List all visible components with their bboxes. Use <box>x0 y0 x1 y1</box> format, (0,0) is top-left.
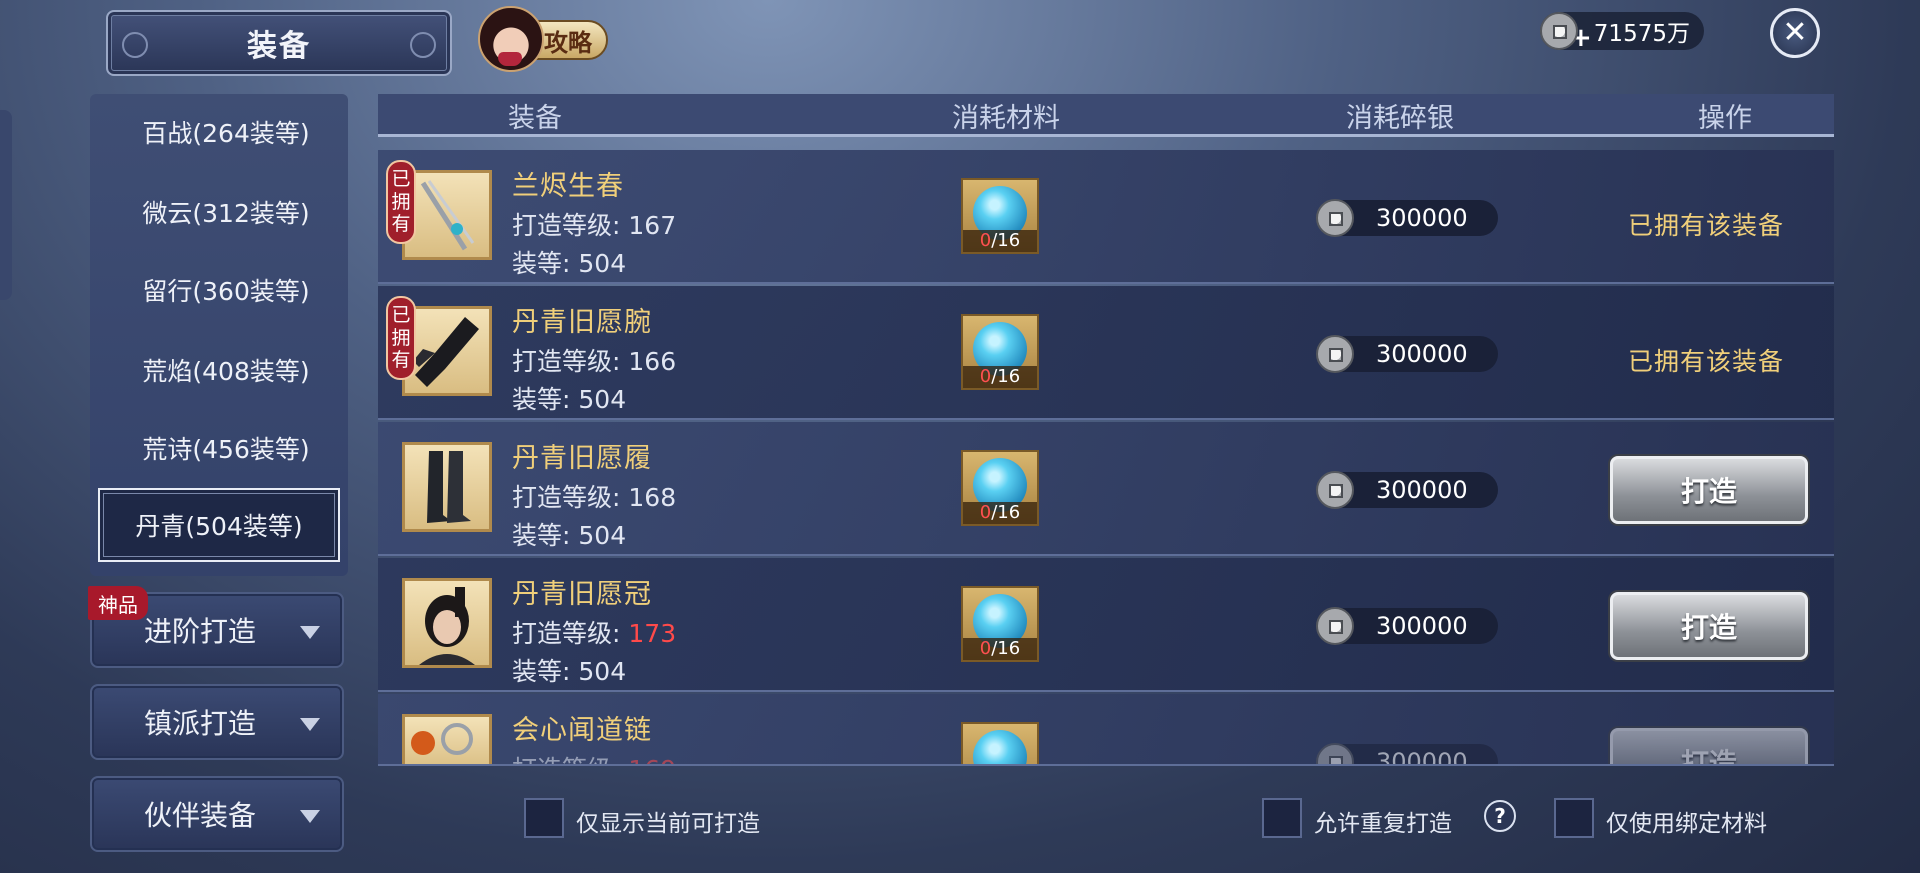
col-equipment: 装备 <box>508 103 562 134</box>
guide-button[interactable]: 攻略 <box>478 6 610 72</box>
sidebar-item-baizhan[interactable]: 百战(264装等) <box>106 94 346 170</box>
table-row[interactable]: 会心闻道链 打造等级: 169 300000 打造 <box>378 694 1834 766</box>
craft-level: 打造等级: 173 <box>512 619 677 648</box>
sidebar-item-weiyun[interactable]: 微云(312装等) <box>106 174 346 250</box>
table-row[interactable]: 丹青旧愿履 打造等级: 168 装等: 504 0/16 300000 打造 <box>378 422 1834 556</box>
item-name: 丹青旧愿腕 <box>512 307 652 338</box>
show-craftable-label: 仅显示当前可打造 <box>576 811 760 837</box>
sidebar-item-liuxing[interactable]: 留行(360装等) <box>106 252 346 328</box>
close-icon: ✕ <box>1782 15 1808 50</box>
silver-coin-icon <box>1316 743 1354 764</box>
partner-gear-dropdown[interactable]: 伙伴装备 <box>90 776 344 852</box>
table-row[interactable]: 丹青旧愿冠 打造等级: 173 装等: 504 0/16 300000 打造 <box>378 558 1834 692</box>
table-header: 装备 消耗材料 消耗碎银 操作 <box>378 94 1834 137</box>
guide-label: 攻略 <box>544 28 592 57</box>
silver-coin-icon <box>1316 335 1354 373</box>
sidebar-item-label: 丹青(504装等) <box>135 512 303 541</box>
col-action: 操作 <box>1698 103 1752 134</box>
dropdown-label: 伙伴装备 <box>144 799 257 832</box>
silver-cost: 300000 <box>1316 607 1498 645</box>
craft-level: 打造等级: 168 <box>512 483 677 512</box>
chevron-down-icon <box>300 718 320 731</box>
advanced-craft-dropdown[interactable]: 神品 进阶打造 <box>88 586 344 668</box>
gear-score: 装等: 504 <box>512 385 627 414</box>
ornament-left-icon <box>122 32 148 58</box>
allow-repeat-label: 允许重复打造 <box>1314 811 1452 837</box>
close-button[interactable]: ✕ <box>1770 8 1820 58</box>
owned-tag: 已拥有 <box>386 296 416 380</box>
gear-score: 装等: 504 <box>512 521 627 550</box>
owned-tag: 已拥有 <box>386 160 416 244</box>
sidebar-item-huangshi[interactable]: 荒诗(456装等) <box>106 410 346 486</box>
sidebar-tier-list: 百战(264装等) 微云(312装等) 留行(360装等) 荒焰(408装等) … <box>90 94 348 576</box>
page-title: 装备 <box>106 10 452 76</box>
item-name: 丹青旧愿冠 <box>512 579 652 610</box>
chevron-down-icon <box>300 626 320 639</box>
show-craftable-checkbox[interactable] <box>524 798 564 838</box>
dropdown-label: 镇派打造 <box>144 707 257 740</box>
material-slot[interactable] <box>961 722 1039 764</box>
help-symbol: ? <box>1494 804 1506 828</box>
material-slot[interactable]: 0/16 <box>961 586 1039 662</box>
jade-orb-icon <box>973 730 1027 764</box>
material-slot[interactable]: 0/16 <box>961 178 1039 254</box>
sidebar-item-danqing[interactable]: 丹青(504装等) <box>98 488 340 562</box>
currency-display[interactable]: + 71575万 <box>1540 12 1704 53</box>
table-row[interactable]: 已拥有 兰烬生春 打造等级: 167 装等: 504 0/16 300000 已… <box>378 150 1834 284</box>
ornament-right-icon <box>410 32 436 58</box>
silver-cost: 300000 <box>1316 199 1498 237</box>
silver-coin-icon <box>1316 607 1354 645</box>
owned-status: 已拥有该装备 <box>1628 347 1785 376</box>
page-title-text: 装备 <box>247 29 311 64</box>
silver-cost: 300000 <box>1316 743 1498 764</box>
hair-crown-icon[interactable] <box>402 578 492 668</box>
col-silver: 消耗碎银 <box>1346 103 1454 134</box>
craft-button[interactable]: 打造 <box>1610 592 1808 660</box>
bound-only-checkbox[interactable] <box>1554 798 1594 838</box>
craft-level: 打造等级: 166 <box>512 347 677 376</box>
material-slot[interactable]: 0/16 <box>961 314 1039 390</box>
silver-coin-icon <box>1316 199 1354 237</box>
silver-cost: 300000 <box>1316 335 1498 373</box>
craft-button[interactable]: 打造 <box>1610 456 1808 524</box>
craft-button[interactable]: 打造 <box>1610 728 1808 764</box>
col-materials: 消耗材料 <box>952 103 1060 134</box>
sidebar-item-label: 微云(312装等) <box>142 199 310 228</box>
sidebar-item-label: 荒诗(456装等) <box>142 435 310 464</box>
boots-icon[interactable] <box>402 442 492 532</box>
guide-avatar-icon <box>478 6 544 72</box>
currency-value: 71575万 <box>1593 21 1690 47</box>
sidebar-item-label: 留行(360装等) <box>142 277 310 306</box>
silver-cost: 300000 <box>1316 471 1498 509</box>
craft-level: 打造等级: 169 <box>512 750 676 764</box>
divine-badge: 神品 <box>88 586 148 620</box>
gear-score: 装等: 504 <box>512 657 627 686</box>
allow-repeat-checkbox[interactable] <box>1262 798 1302 838</box>
side-edge-tab[interactable] <box>0 110 12 300</box>
item-name: 兰烬生春 <box>512 171 624 202</box>
silver-coin-icon <box>1540 12 1578 50</box>
sidebar-item-label: 荒焰(408装等) <box>142 357 310 386</box>
craft-level: 打造等级: 167 <box>512 211 677 240</box>
silver-coin-icon <box>1316 471 1354 509</box>
sidebar-item-huangyan[interactable]: 荒焰(408装等) <box>106 332 346 408</box>
necklace-icon[interactable] <box>402 714 492 764</box>
sidebar-item-label: 百战(264装等) <box>142 119 310 148</box>
bound-only-label: 仅使用绑定材料 <box>1606 811 1767 837</box>
sect-craft-dropdown[interactable]: 镇派打造 <box>90 684 344 760</box>
chevron-down-icon <box>300 810 320 823</box>
table-row[interactable]: 已拥有 丹青旧愿腕 打造等级: 166 装等: 504 0/16 300000 … <box>378 286 1834 420</box>
material-slot[interactable]: 0/16 <box>961 450 1039 526</box>
item-name: 丹青旧愿履 <box>512 443 652 474</box>
dropdown-label: 进阶打造 <box>144 615 257 648</box>
help-icon[interactable]: ? <box>1484 800 1516 832</box>
gear-score: 装等: 504 <box>512 249 627 278</box>
owned-status: 已拥有该装备 <box>1628 211 1785 240</box>
item-name: 会心闻道链 <box>512 715 652 746</box>
